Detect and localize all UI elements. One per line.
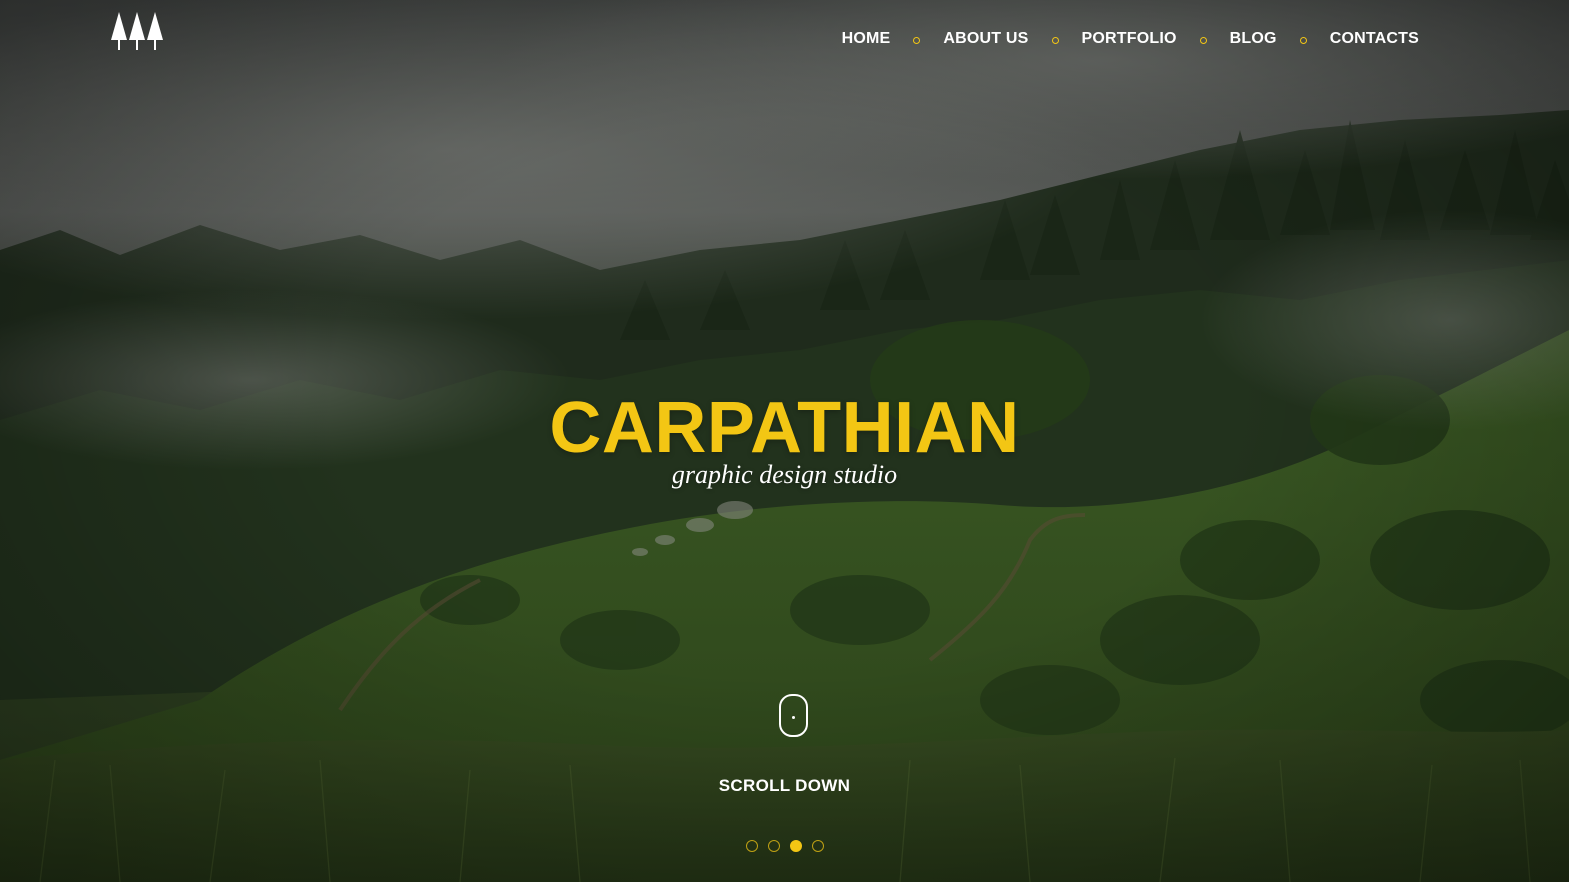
nav-separator-icon <box>1199 37 1207 44</box>
nav-separator-icon <box>1299 37 1307 44</box>
nav-about-us[interactable]: ABOUT US <box>943 30 1028 48</box>
nav-separator-icon <box>1051 37 1059 44</box>
hero-title-block: CARPATHIAN graphic design studio <box>0 388 1569 490</box>
mouse-scroll-icon[interactable] <box>779 694 808 737</box>
hero-subtitle: graphic design studio <box>671 460 898 489</box>
slider-dot-2[interactable] <box>768 840 780 852</box>
nav-home[interactable]: HOME <box>842 30 891 48</box>
mouse-wheel-dot <box>792 716 795 719</box>
nav-contacts[interactable]: CONTACTS <box>1330 30 1419 48</box>
nav-separator-icon <box>913 37 921 44</box>
slider-dot-3[interactable] <box>790 840 802 852</box>
three-trees-logo-icon[interactable] <box>110 12 164 52</box>
slider-dot-1[interactable] <box>746 840 758 852</box>
nav-portfolio[interactable]: PORTFOLIO <box>1082 30 1177 48</box>
hero-title: CARPATHIAN <box>549 388 1020 468</box>
scroll-down-link[interactable]: SCROLL DOWN <box>0 776 1569 796</box>
main-navigation: HOME ABOUT US PORTFOLIO BLOG CONTACTS <box>842 27 1419 51</box>
hero-section: HOME ABOUT US PORTFOLIO BLOG CONTACTS CA… <box>0 0 1569 882</box>
slider-dot-4[interactable] <box>812 840 824 852</box>
slider-pagination <box>746 840 824 852</box>
nav-blog[interactable]: BLOG <box>1230 30 1277 48</box>
